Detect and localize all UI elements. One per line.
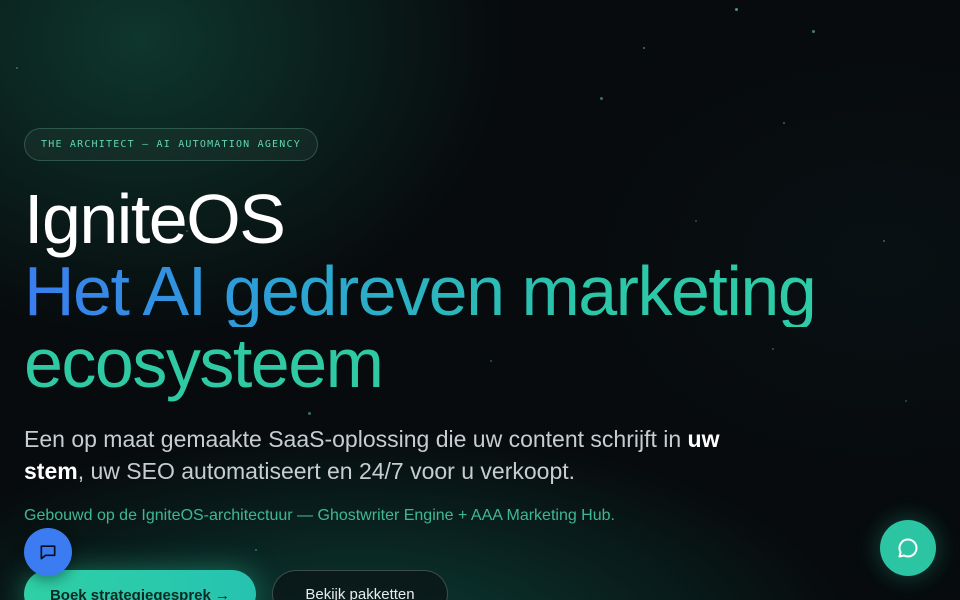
architecture-note: Gebouwd op de IgniteOS-architectuur — Gh… [24, 507, 615, 524]
star [600, 97, 603, 100]
message-square-icon [40, 545, 56, 560]
hero-title: IgniteOS Het AI gedreven marketing ecosy… [24, 183, 924, 399]
book-strategy-call-button[interactable]: Boek strategiegesprek → [24, 570, 256, 600]
star [16, 67, 18, 69]
hero-title-brand: IgniteOS [24, 180, 286, 258]
chat-widget-button[interactable] [880, 520, 936, 576]
star [783, 122, 785, 124]
hero-title-tagline: Het AI gedreven marketing [24, 255, 924, 327]
book-strategy-call-label: Boek strategiegesprek → [49, 586, 231, 600]
hero-lead: Een op maat gemaakte SaaS-oplossing die … [24, 423, 784, 487]
star [812, 30, 815, 33]
lead-text-1: Een op maat gemaakte SaaS-oplossing die … [24, 426, 688, 452]
view-packages-button[interactable]: Bekijk pakketten [272, 570, 448, 600]
hero-section: THE ARCHITECT — AI AUTOMATION AGENCY Ign… [24, 128, 924, 525]
cta-row: Boek strategiegesprek → Bekijk pakketten [24, 570, 448, 600]
agency-badge: THE ARCHITECT — AI AUTOMATION AGENCY [24, 128, 318, 161]
hero-title-tagline-end: ecosysteem [24, 324, 384, 402]
star [735, 8, 738, 11]
star [643, 47, 645, 49]
lead-text-2: , uw SEO automatiseert en 24/7 voor u ve… [77, 458, 576, 484]
message-widget-button[interactable] [24, 528, 72, 576]
star [255, 549, 257, 551]
chat-bubble-icon [898, 538, 918, 558]
